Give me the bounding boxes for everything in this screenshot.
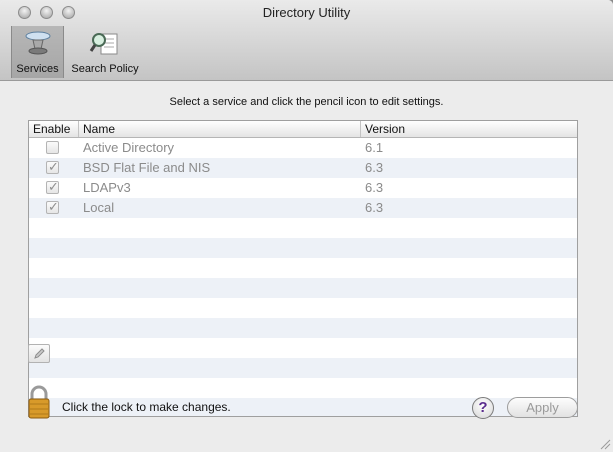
service-name: Local — [83, 200, 115, 215]
column-divider — [78, 121, 79, 137]
column-divider — [360, 121, 361, 137]
service-version: 6.1 — [365, 140, 384, 155]
services-table: Enable Name Version Active Directory 6.1… — [28, 120, 578, 417]
column-header-version[interactable]: Version — [365, 122, 405, 136]
empty-row — [29, 358, 577, 378]
window-title: Directory Utility — [262, 5, 351, 20]
empty-row — [29, 238, 577, 258]
empty-row — [29, 338, 577, 358]
toolbar-search-policy[interactable]: Search Policy — [65, 26, 145, 78]
service-version: 6.3 — [365, 200, 384, 215]
lock-icon[interactable] — [27, 385, 51, 419]
table-row[interactable]: ✓ LDAPv3 6.3 — [29, 178, 577, 198]
column-header-enable[interactable]: Enable — [33, 122, 70, 136]
table-header: Enable Name Version — [29, 121, 577, 138]
toolbar-services[interactable]: Services — [11, 26, 64, 78]
enable-checkbox[interactable]: ✓ — [46, 179, 59, 194]
table-row[interactable]: ✓ Local 6.3 — [29, 198, 577, 218]
empty-row — [29, 298, 577, 318]
instruction-text: Select a service and click the pencil ic… — [169, 96, 444, 108]
toolbar-search-policy-label: Search Policy — [71, 63, 139, 75]
resize-grip-icon[interactable] — [599, 438, 611, 450]
enable-checkbox[interactable]: ✓ — [46, 159, 59, 174]
empty-row — [29, 258, 577, 278]
checkmark-icon: ✓ — [48, 179, 59, 194]
apply-button[interactable]: Apply — [507, 397, 578, 418]
toolbar-services-label: Services — [16, 63, 59, 75]
services-panel: Select a service and click the pencil ic… — [10, 81, 613, 452]
service-name: Active Directory — [83, 140, 175, 155]
pencil-icon — [34, 348, 45, 359]
title-bar: Directory Utility Services Search Policy — [0, 0, 613, 81]
empty-row — [29, 318, 577, 338]
edit-service-button[interactable] — [28, 344, 50, 363]
column-header-name[interactable]: Name — [83, 122, 115, 136]
enable-checkbox[interactable]: ✓ — [46, 199, 59, 214]
table-row[interactable]: Active Directory 6.1 — [29, 138, 577, 158]
service-version: 6.3 — [365, 160, 384, 175]
table-row[interactable]: ✓ BSD Flat File and NIS 6.3 — [29, 158, 577, 178]
lock-message: Click the lock to make changes. — [62, 400, 231, 414]
checkmark-icon: ✓ — [48, 159, 59, 174]
empty-row — [29, 278, 577, 298]
empty-row — [29, 218, 577, 238]
search-policy-icon — [89, 33, 118, 55]
service-version: 6.3 — [365, 180, 384, 195]
help-button[interactable]: ? — [472, 397, 494, 419]
services-icon — [25, 31, 50, 55]
service-name: BSD Flat File and NIS — [83, 160, 211, 175]
enable-checkbox[interactable] — [46, 141, 59, 154]
empty-row — [29, 378, 577, 398]
directory-utility-window: Directory Utility Services Search Policy… — [0, 0, 613, 452]
checkmark-icon: ✓ — [48, 199, 59, 214]
service-name: LDAPv3 — [83, 180, 131, 195]
